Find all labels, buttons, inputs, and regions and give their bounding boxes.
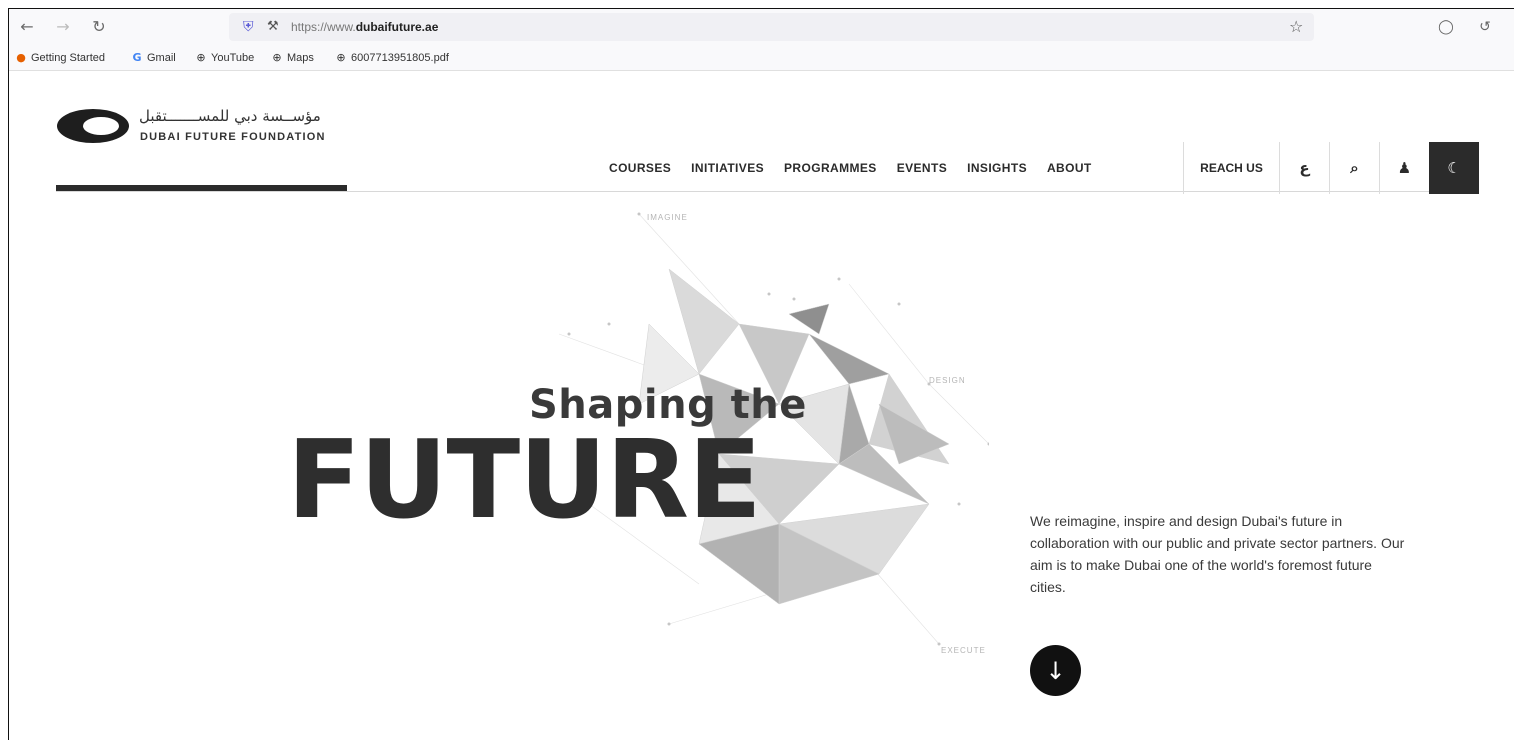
browser-window: ← → ↻ ⛨ ⚒ https://www.dubaifuture.ae ☆ ◯… [8,8,1514,740]
bookmark-getting-started[interactable]: ● Getting Started [15,50,105,66]
nav-programmes[interactable]: PROGRAMMES [784,161,877,181]
bookmark-label: Maps [287,52,314,64]
art-label-imagine: IMAGINE [647,213,688,222]
logo-arabic-text[interactable]: مؤســسة دبي للمســـــــتقبل [139,107,321,125]
hero-description: We reimagine, inspire and design Dubai's… [1030,513,1405,595]
browser-toolbar: ← → ↻ ⛨ ⚒ https://www.dubaifuture.ae ☆ ◯… [9,9,1514,45]
globe-icon: ⊕ [272,51,282,64]
reload-icon[interactable]: ↻ [89,17,109,37]
arabic-language-toggle[interactable]: ع [1279,142,1329,194]
logo-english-text[interactable]: DUBAI FUTURE FOUNDATION [140,131,326,143]
nav-events[interactable]: EVENTS [897,161,947,181]
address-bar[interactable]: ⛨ ⚒ https://www.dubaifuture.ae ☆ [229,13,1314,41]
google-icon: G [132,51,142,64]
nav-about[interactable]: ABOUT [1047,161,1092,181]
bookmark-youtube[interactable]: ⊕ YouTube [195,50,254,66]
globe-icon: ⊕ [196,51,206,64]
bookmark-label: Gmail [147,52,176,64]
arrow-down-icon: ↓ [1045,656,1066,685]
lock-icon[interactable]: ⚒ [267,18,281,36]
search-icon[interactable]: ⌕ [1329,142,1379,194]
bookmark-pdf[interactable]: ⊕ 6007713951805.pdf [335,50,449,66]
bookmark-maps[interactable]: ⊕ Maps [271,50,314,66]
nav-courses[interactable]: COURSES [609,161,671,181]
dark-mode-icon[interactable]: ☾ [1429,142,1479,194]
bookmark-gmail[interactable]: G Gmail [131,50,176,66]
back-icon[interactable]: ← [17,17,37,37]
nav-initiatives[interactable]: INITIATIVES [691,161,764,181]
url-text[interactable]: https://www.dubaifuture.ae [291,20,438,34]
bookmarks-bar: ● Getting Started G Gmail ⊕ YouTube ⊕ Ma… [9,45,1514,71]
bookmark-star-icon[interactable]: ☆ [1289,17,1303,36]
main-nav: COURSES INITIATIVES PROGRAMMES EVENTS IN… [609,161,1112,181]
nav-insights[interactable]: INSIGHTS [967,161,1027,181]
tracking-shield-icon[interactable]: ⛨ [243,18,259,36]
bookmark-label: Getting Started [31,52,105,64]
dff-logo-mark[interactable] [57,109,129,143]
reach-us-button[interactable]: REACH US [1183,142,1279,194]
scroll-down-button[interactable]: ↓ [1030,645,1081,696]
art-label-design: DESIGN [929,376,966,385]
art-label-execute: EXECUTE [941,646,986,655]
bookmark-label: YouTube [211,52,255,64]
bookmark-label: 6007713951805.pdf [351,52,449,64]
firefox-icon: ● [16,51,26,64]
globe-icon: ⊕ [336,51,346,64]
forward-icon[interactable]: → [53,17,73,37]
extensions-icon[interactable]: ↺ [1475,17,1495,37]
user-icon[interactable]: ♟ [1379,142,1429,194]
hero-title: FUTURE [287,418,762,543]
pocket-icon[interactable]: ◯ [1436,17,1456,37]
